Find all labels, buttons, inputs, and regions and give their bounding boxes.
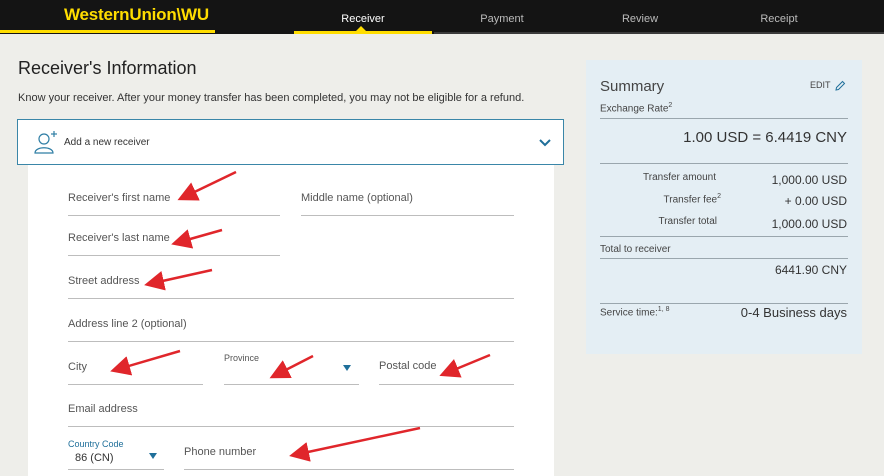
email-field[interactable]: Email address	[68, 393, 514, 427]
step-receiver[interactable]: Receiver	[294, 0, 432, 34]
email-placeholder: Email address	[68, 403, 138, 415]
total-to-receiver-label: Total to receiver	[600, 244, 671, 255]
chevron-down-icon[interactable]	[537, 134, 553, 150]
last-name-field[interactable]: Receiver's last name	[68, 222, 280, 256]
street-address-placeholder: Street address	[68, 275, 140, 287]
transfer-fee-value: + 0.00 USD	[784, 194, 847, 208]
address-line2-field[interactable]: Address line 2 (optional)	[68, 308, 514, 342]
country-code-select[interactable]: Country Code 86 (CN)	[68, 436, 164, 470]
country-code-label: Country Code	[68, 439, 124, 449]
caret-down-icon	[149, 453, 157, 459]
middle-name-field[interactable]: Middle name (optional)	[301, 182, 514, 216]
caret-down-icon	[343, 365, 351, 371]
city-field[interactable]: City	[68, 351, 203, 385]
step-receipt[interactable]: Receipt	[710, 0, 848, 34]
summary-panel: Summary EDIT Exchange Rate2 1.00 USD = 6…	[586, 60, 862, 354]
divider	[600, 163, 848, 164]
divider	[600, 236, 848, 237]
divider	[600, 303, 848, 304]
step-label: Receipt	[760, 13, 798, 25]
receiver-select-label: Add a new receiver	[64, 137, 150, 148]
receiver-form: Receiver's first name Middle name (optio…	[28, 165, 554, 476]
step-tabs: Receiver Payment Review Receipt	[294, 0, 884, 34]
step-review[interactable]: Review	[571, 0, 709, 34]
step-label: Review	[621, 13, 659, 25]
country-code-value: 86 (CN)	[75, 452, 114, 464]
pencil-icon[interactable]	[834, 80, 846, 92]
page-title: Receiver's Information	[18, 58, 197, 78]
postal-code-field[interactable]: Postal code	[379, 351, 514, 385]
postal-code-placeholder: Postal code	[379, 360, 437, 372]
service-time-value: 0-4 Business days	[740, 305, 847, 320]
street-address-field[interactable]: Street address	[68, 265, 514, 299]
summary-title: Summary	[600, 78, 665, 95]
transfer-fee-label: Transfer fee2	[663, 193, 721, 206]
logo-underline	[0, 30, 215, 33]
exchange-rate-value: 1.00 USD = 6.4419 CNY	[683, 129, 847, 146]
page-subtitle: Know your receiver. After your money tra…	[18, 92, 525, 104]
active-step-marker	[294, 31, 432, 34]
step-label: Receiver	[341, 13, 385, 25]
step-label: Payment	[480, 13, 524, 25]
transfer-total-value: 1,000.00 USD	[771, 217, 847, 231]
receiver-select-dropdown[interactable]: Add a new receiver	[17, 119, 564, 165]
transfer-amount-value: 1,000.00 USD	[771, 173, 847, 187]
province-label: Province	[224, 353, 260, 363]
total-to-receiver-value: 6441.90 CNY	[774, 263, 847, 277]
service-time-label: Service time:1, 8	[600, 306, 670, 319]
transfer-total-label: Transfer total	[658, 216, 717, 227]
middle-name-placeholder: Middle name (optional)	[301, 192, 413, 204]
divider	[600, 258, 848, 259]
last-name-placeholder: Receiver's last name	[68, 232, 170, 244]
western-union-logo[interactable]: WesternUnion\WU	[64, 5, 209, 25]
step-payment[interactable]: Payment	[433, 0, 571, 34]
exchange-rate-label: Exchange Rate2	[600, 102, 673, 115]
edit-link[interactable]: EDIT	[810, 80, 831, 90]
city-placeholder: City	[68, 361, 87, 373]
top-nav: WesternUnion\WU Receiver Payment Review …	[0, 0, 884, 34]
province-select[interactable]: Province	[224, 351, 359, 385]
active-step-pointer	[356, 26, 366, 31]
phone-number-placeholder: Phone number	[184, 446, 257, 458]
divider	[600, 118, 848, 119]
first-name-field[interactable]: Receiver's first name	[68, 182, 280, 216]
add-person-icon	[34, 131, 57, 154]
transfer-amount-label: Transfer amount	[643, 172, 716, 183]
first-name-placeholder: Receiver's first name	[68, 192, 171, 204]
address-line2-placeholder: Address line 2 (optional)	[68, 318, 187, 330]
phone-number-field[interactable]: Phone number	[184, 436, 514, 470]
